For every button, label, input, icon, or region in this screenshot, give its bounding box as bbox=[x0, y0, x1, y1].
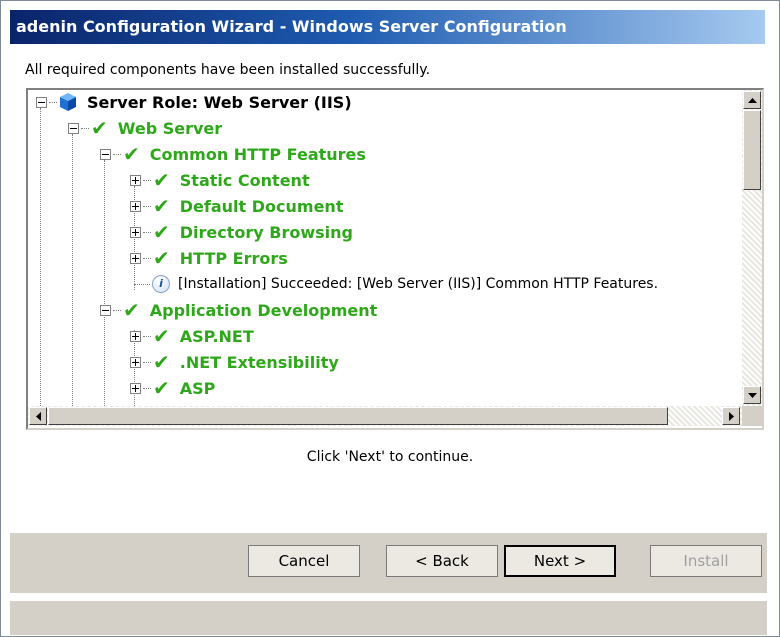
continue-instruction: Click 'Next' to continue. bbox=[306, 449, 474, 465]
tree-connector bbox=[81, 127, 89, 129]
info-icon: i bbox=[152, 275, 170, 293]
title-bar: adenin Configuration Wizard - Windows Se… bbox=[10, 10, 765, 44]
vertical-scrollbar[interactable] bbox=[742, 90, 762, 406]
tree-connector bbox=[143, 335, 151, 337]
horizontal-scrollbar[interactable] bbox=[28, 406, 742, 426]
scroll-right-button[interactable] bbox=[722, 407, 740, 425]
horizontal-scroll-thumb[interactable] bbox=[48, 407, 668, 425]
server-role-icon bbox=[59, 92, 77, 112]
tree-node-installation-info[interactable]: i [Installation] Succeeded: [Web Server … bbox=[134, 272, 658, 296]
cancel-button[interactable]: Cancel bbox=[248, 545, 360, 577]
components-tree[interactable]: Server Role: Web Server (IIS) ✔ Web Serv… bbox=[26, 88, 764, 430]
status-message: All required components have been instal… bbox=[25, 62, 431, 78]
tree-node-label: Web Server bbox=[117, 118, 223, 138]
checkmark-icon: ✔ bbox=[153, 324, 170, 348]
expand-toggle[interactable] bbox=[130, 174, 141, 186]
tree-connector bbox=[49, 101, 57, 103]
arrow-down-icon bbox=[747, 392, 757, 398]
collapse-toggle[interactable] bbox=[100, 304, 111, 316]
scroll-left-button[interactable] bbox=[29, 407, 47, 425]
tree-node-label: Common HTTP Features bbox=[149, 144, 366, 164]
tree-connector bbox=[143, 257, 151, 259]
expand-toggle[interactable] bbox=[130, 226, 141, 238]
tree-node-label: Directory Browsing bbox=[179, 222, 353, 242]
arrow-left-icon bbox=[35, 411, 41, 421]
tree-line bbox=[72, 134, 73, 406]
tree-connector bbox=[143, 179, 151, 181]
tree-connector bbox=[113, 153, 121, 155]
checkmark-icon: ✔ bbox=[123, 298, 140, 322]
collapse-toggle[interactable] bbox=[68, 122, 79, 134]
tree-node-label: HTTP Errors bbox=[179, 248, 288, 268]
expand-toggle[interactable] bbox=[130, 382, 141, 394]
tree-connector bbox=[143, 231, 151, 233]
tree-node-label: Application Development bbox=[149, 300, 378, 320]
expand-toggle[interactable] bbox=[130, 252, 141, 264]
scrollbar-corner bbox=[742, 406, 762, 426]
tree-connector bbox=[134, 283, 150, 285]
arrow-up-icon bbox=[747, 97, 757, 103]
tree-node-label: Default Document bbox=[179, 196, 344, 216]
install-button[interactable]: Install bbox=[650, 545, 762, 577]
expand-toggle[interactable] bbox=[130, 356, 141, 368]
tree-content: Server Role: Web Server (IIS) ✔ Web Serv… bbox=[28, 90, 742, 406]
tree-node-label: Server Role: Web Server (IIS) bbox=[87, 92, 352, 112]
tree-node-aspnet[interactable]: ✔ ASP.NET bbox=[130, 324, 254, 348]
tree-node-label: [Installation] Succeeded: [Web Server (I… bbox=[178, 276, 659, 292]
scroll-down-button[interactable] bbox=[743, 386, 761, 404]
checkmark-icon: ✔ bbox=[123, 142, 140, 166]
tree-node-label: .NET Extensibility bbox=[179, 352, 339, 372]
tree-node-directory-browsing[interactable]: ✔ Directory Browsing bbox=[130, 220, 353, 244]
window-title: adenin Configuration Wizard - Windows Se… bbox=[16, 17, 567, 36]
tree-line bbox=[104, 160, 105, 406]
checkmark-icon: ✔ bbox=[153, 220, 170, 244]
tree-node-label: ASP bbox=[179, 378, 216, 398]
collapse-toggle[interactable] bbox=[36, 96, 47, 108]
scroll-up-button[interactable] bbox=[743, 91, 761, 109]
tree-node-label: Static Content bbox=[179, 170, 310, 190]
collapse-toggle[interactable] bbox=[100, 148, 111, 160]
checkmark-icon: ✔ bbox=[153, 168, 170, 192]
vertical-scroll-thumb[interactable] bbox=[743, 110, 761, 190]
tree-node-app-development[interactable]: ✔ Application Development bbox=[100, 298, 377, 322]
status-bar bbox=[10, 600, 767, 635]
tree-node-default-document[interactable]: ✔ Default Document bbox=[130, 194, 343, 218]
tree-connector bbox=[143, 387, 151, 389]
tree-node-common-http[interactable]: ✔ Common HTTP Features bbox=[100, 142, 366, 166]
tree-node-http-errors[interactable]: ✔ HTTP Errors bbox=[130, 246, 288, 270]
tree-connector bbox=[143, 361, 151, 363]
tree-node-asp[interactable]: ✔ ASP bbox=[130, 376, 215, 400]
tree-node-net-extensibility[interactable]: ✔ .NET Extensibility bbox=[130, 350, 339, 374]
tree-connector bbox=[113, 309, 121, 311]
tree-line bbox=[40, 108, 41, 406]
tree-node-label: ASP.NET bbox=[179, 326, 254, 346]
next-button[interactable]: Next > bbox=[504, 545, 616, 577]
checkmark-icon: ✔ bbox=[153, 376, 170, 400]
checkmark-icon: ✔ bbox=[153, 246, 170, 270]
expand-toggle[interactable] bbox=[130, 200, 141, 212]
back-button[interactable]: < Back bbox=[386, 545, 498, 577]
arrow-right-icon bbox=[728, 411, 734, 421]
checkmark-icon: ✔ bbox=[153, 194, 170, 218]
checkmark-icon: ✔ bbox=[153, 350, 170, 374]
checkmark-icon: ✔ bbox=[91, 116, 108, 140]
expand-toggle[interactable] bbox=[130, 330, 141, 342]
tree-node-web-server[interactable]: ✔ Web Server bbox=[68, 116, 222, 140]
tree-connector bbox=[143, 205, 151, 207]
tree-node-server-role[interactable]: Server Role: Web Server (IIS) bbox=[36, 90, 352, 114]
tree-node-static-content[interactable]: ✔ Static Content bbox=[130, 168, 310, 192]
